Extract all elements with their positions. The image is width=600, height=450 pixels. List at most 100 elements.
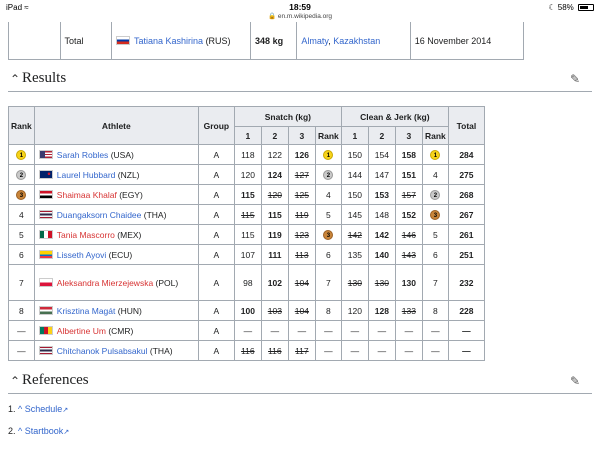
athlete-link[interactable]: Aleksandra Mierzejewska [57, 278, 153, 288]
cj-attempt-2: 140 [367, 244, 396, 265]
total-cell: 275 [447, 164, 486, 185]
cj-attempt-1: 150 [340, 144, 369, 165]
athlete-link[interactable]: Duangaksorn Chaidee [57, 210, 142, 220]
total-cell: 261 [447, 224, 486, 245]
status-right: ☾ 58% [548, 3, 594, 12]
group-cell: A [197, 204, 235, 225]
reference-link-schedule[interactable]: Schedule [25, 404, 63, 414]
athlete-link[interactable]: Shaimaa Khalaf [57, 190, 117, 200]
snatch-attempt-1: 98 [233, 264, 262, 301]
snatch-rank-cell: 7 [314, 264, 342, 301]
total-cell: 228 [447, 300, 486, 321]
references-section-header[interactable]: ⌃ References ✎ [8, 372, 592, 394]
athlete-cell: Shaimaa Khalaf (EGY) [33, 184, 199, 205]
bronze-medal-icon: 3 [323, 230, 334, 240]
snatch-rank-cell: — [314, 340, 342, 361]
country-code: (NZL) [117, 169, 140, 180]
record-place: Almaty, Kazakhstan [296, 22, 411, 60]
header-cj-2: 2 [367, 126, 396, 145]
snatch-attempt-1: — [233, 320, 262, 341]
snatch-rank-cell: 8 [314, 300, 342, 321]
cj-rank-cell: — [421, 320, 449, 341]
athlete-link[interactable]: Krisztina Magát [57, 306, 116, 316]
reference-item: 1. ^ Schedule↗ [8, 404, 69, 414]
reference-link-startbook[interactable]: Startbook [25, 426, 64, 436]
cj-attempt-1: 120 [340, 300, 369, 321]
snatch-attempt-2: — [260, 320, 289, 341]
table-row: 7 Aleksandra Mierzejewska (POL) A 98 102 104 7… [8, 264, 486, 301]
snatch-attempt-3: 123 [287, 224, 316, 245]
reference-item: 2. ^ Startbook↗ [8, 426, 70, 436]
cj-attempt-3: — [394, 320, 423, 341]
snatch-rank-cell: 1 [314, 144, 342, 165]
total-cell: 267 [447, 204, 486, 225]
table-row: 6 Lisseth Ayovi (ECU) A 107 111 113 6 135 140 143… [8, 244, 486, 265]
group-cell: A [197, 264, 235, 301]
table-row: — Albertine Um (CMR) A — — — — — — — — — [8, 320, 486, 341]
snatch-attempt-1: 100 [233, 300, 262, 321]
results-table: Rank Athlete Group Snatch (kg) Clean & J… [8, 106, 486, 361]
record-athlete-link[interactable]: Tatiana Kashirina [134, 36, 203, 46]
snatch-attempt-2: 111 [260, 244, 289, 265]
athlete-cell: Lisseth Ayovi (ECU) [33, 244, 199, 265]
silver-medal-icon: 2 [323, 170, 334, 180]
header-cj-3: 3 [394, 126, 423, 145]
cj-attempt-3: 158 [394, 144, 423, 165]
athlete-cell: Albertine Um (CMR) [33, 320, 199, 341]
country-code: (THA) [149, 345, 173, 356]
athlete-link[interactable]: Chitchanok Pulsabsakul [57, 346, 148, 356]
snatch-attempt-3: 117 [287, 340, 316, 361]
total-cell: 251 [447, 244, 486, 265]
address-bar[interactable]: 🔒 en.m.wikipedia.org [0, 12, 600, 20]
athlete-cell: Chitchanok Pulsabsakul (THA) [33, 340, 199, 361]
cj-attempt-3: 157 [394, 184, 423, 205]
flag-icon [38, 209, 53, 219]
snatch-attempt-1: 118 [233, 144, 262, 165]
header-total: Total [447, 106, 486, 145]
edit-pencil-icon[interactable]: ✎ [570, 72, 580, 86]
total-cell: 284 [447, 144, 486, 165]
athlete-link[interactable]: Sarah Robles [57, 150, 109, 160]
snatch-attempt-2: 124 [260, 164, 289, 185]
flag-icon [38, 325, 53, 335]
rank-cell: 8 [8, 300, 35, 321]
cj-attempt-2: 128 [367, 300, 396, 321]
header-clean-jerk: Clean & Jerk (kg) [340, 106, 449, 127]
cj-attempt-1: 150 [340, 184, 369, 205]
snatch-attempt-3: 113 [287, 244, 316, 265]
battery-percent: 58% [557, 3, 574, 12]
rank-cell: — [8, 320, 35, 341]
rank-cell: 1 [8, 144, 35, 165]
cj-attempt-1: 135 [340, 244, 369, 265]
group-cell: A [197, 320, 235, 341]
cj-attempt-1: 142 [340, 224, 369, 245]
cj-attempt-3: 133 [394, 300, 423, 321]
athlete-link[interactable]: Tania Mascorro [57, 230, 115, 240]
snatch-attempt-1: 115 [233, 184, 262, 205]
cj-attempt-2: 154 [367, 144, 396, 165]
edit-pencil-icon[interactable]: ✎ [570, 374, 580, 388]
results-heading: Results [22, 70, 67, 86]
group-cell: A [197, 340, 235, 361]
flag-icon [38, 149, 53, 159]
reference-backlink[interactable]: ^ [18, 426, 22, 436]
table-row: 4 Duangaksorn Chaidee (THA) A 115 115 119 5 145… [8, 204, 486, 225]
athlete-link[interactable]: Albertine Um [57, 326, 106, 336]
record-city-link[interactable]: Almaty [301, 36, 328, 46]
rank-cell: — [8, 340, 35, 361]
athlete-link[interactable]: Laurel Hubbard [57, 170, 116, 180]
snatch-attempt-3: 125 [287, 184, 316, 205]
record-country-link[interactable]: Kazakhstan [333, 36, 380, 46]
chevron-up-icon[interactable]: ⌃ [10, 72, 20, 86]
total-cell: — [447, 320, 486, 341]
battery-icon [578, 4, 594, 11]
snatch-attempt-3: 127 [287, 164, 316, 185]
table-row: 5 Tania Mascorro (MEX) A 115 119 123 3 142 142 14… [8, 224, 486, 245]
results-section-header[interactable]: ⌃ Results ✎ [8, 70, 592, 92]
athlete-cell: Duangaksorn Chaidee (THA) [33, 204, 199, 225]
country-code: (POL) [155, 277, 179, 288]
snatch-attempt-2: 103 [260, 300, 289, 321]
chevron-up-icon[interactable]: ⌃ [10, 374, 20, 388]
reference-backlink[interactable]: ^ [18, 404, 22, 414]
athlete-link[interactable]: Lisseth Ayovi [57, 250, 106, 260]
